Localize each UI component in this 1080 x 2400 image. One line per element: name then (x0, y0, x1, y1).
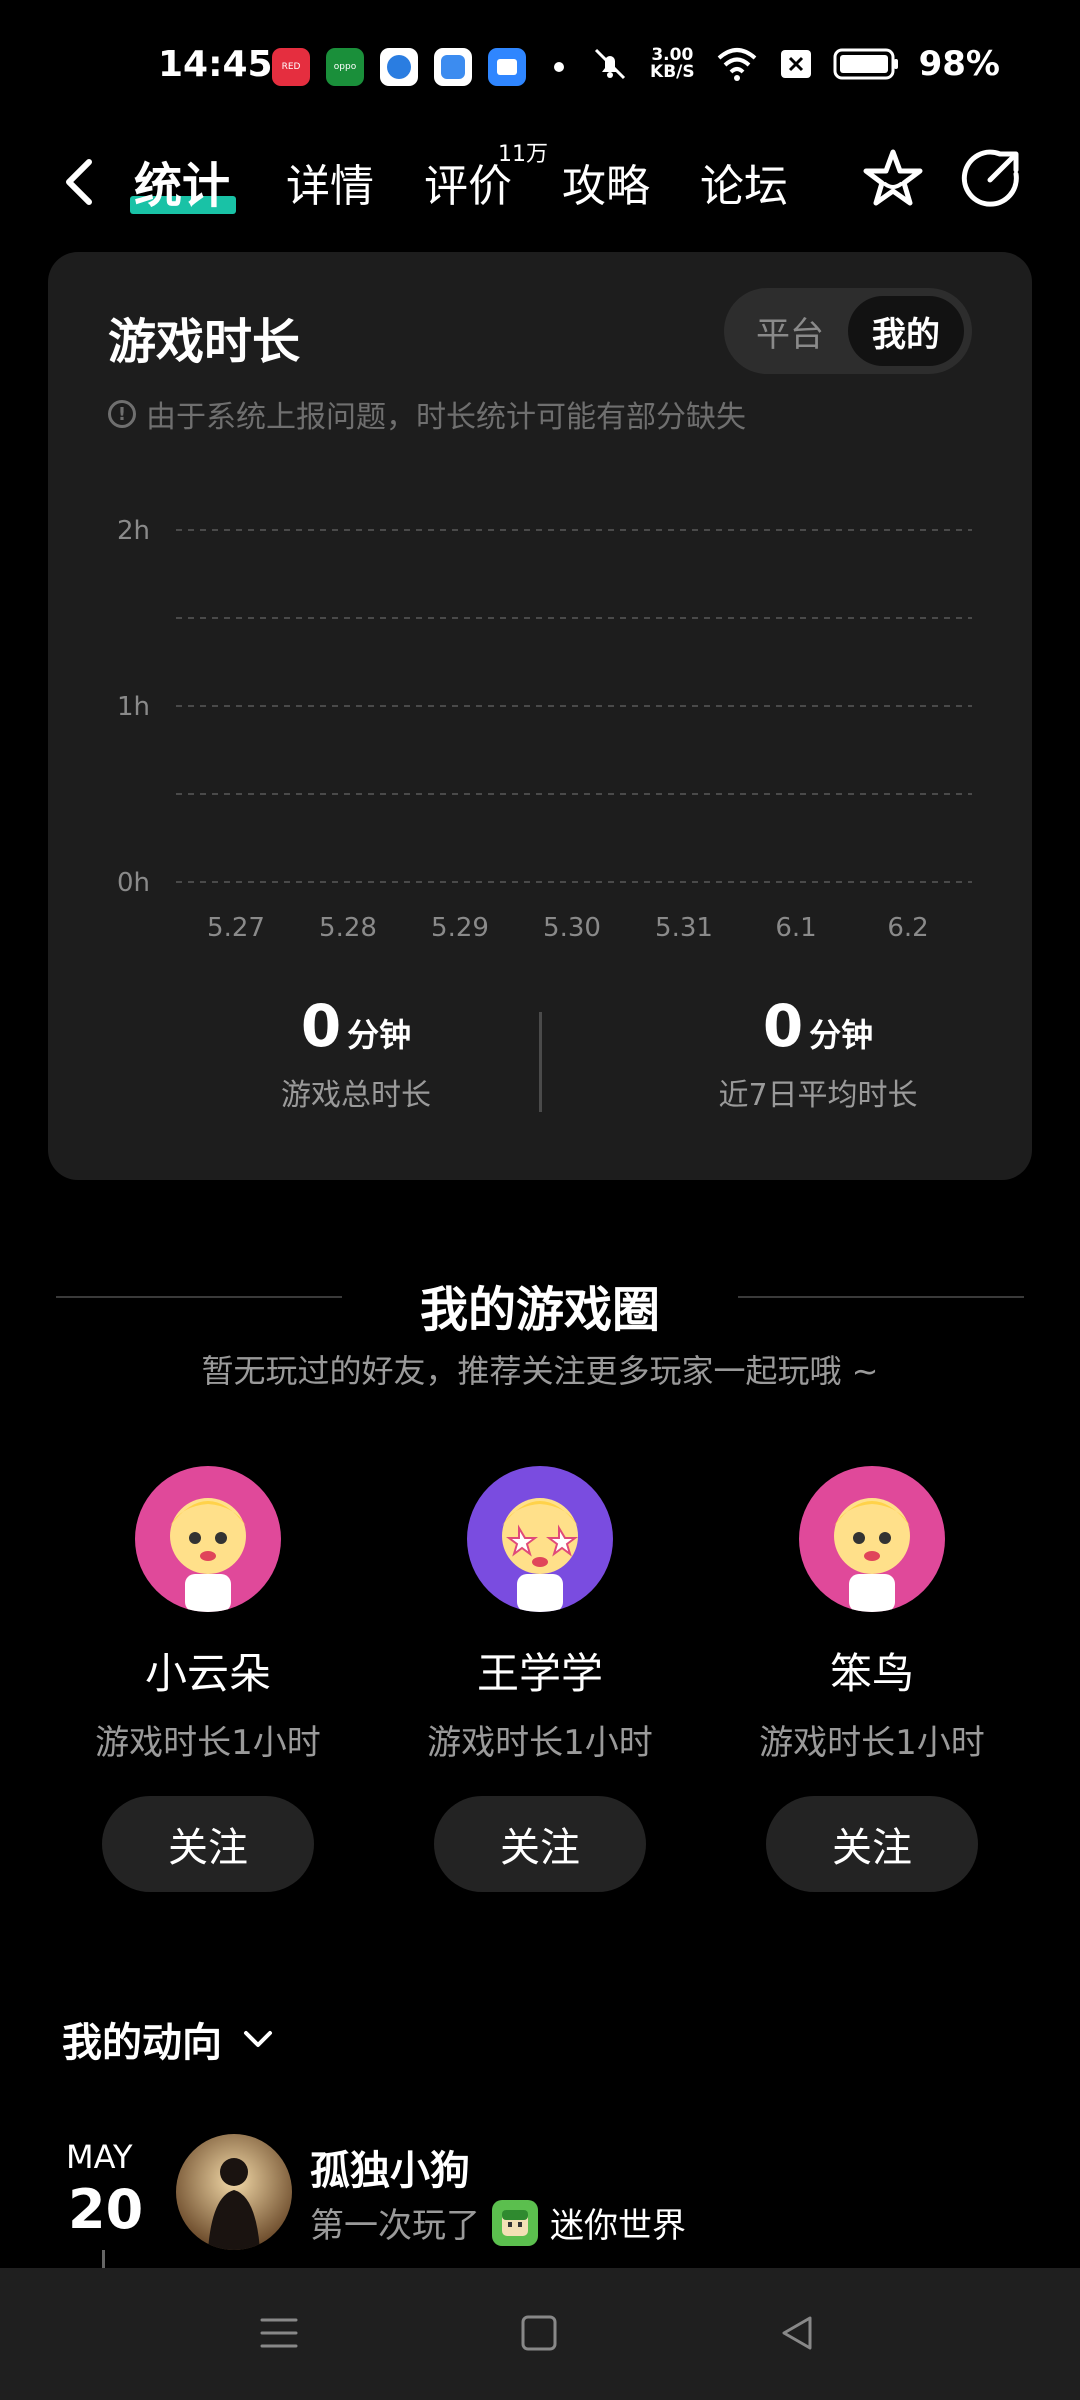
timeline-line (102, 2250, 105, 2268)
browser-app-icon (434, 48, 472, 86)
activity-description: 第一次玩了 迷你世界 (310, 2198, 686, 2247)
status-time: 14:45 (158, 44, 273, 85)
tab-forum[interactable]: 论坛 (700, 150, 788, 214)
review-count-badge: 11万 (498, 142, 548, 167)
chart-y-tick: 0h (117, 868, 150, 898)
chart-x-tick: 6.2 (887, 913, 928, 942)
status-app-icons: RED oppo (272, 48, 564, 86)
stats-divider (539, 1012, 542, 1112)
system-navigation-bar (0, 2268, 1080, 2400)
playtime-chart: 0h 1h 2h 5.27 5.28 5.29 5.30 5.31 6.1 6.2 (117, 516, 972, 942)
total-playtime-value: 0 (300, 992, 342, 1060)
back-icon[interactable] (55, 152, 105, 212)
chart-x-tick: 5.29 (431, 913, 489, 942)
more-notifications-icon (554, 62, 564, 72)
chart-x-tick: 5.28 (319, 913, 377, 942)
status-bar: 14:45 RED oppo 3.00 KB/S 98% (0, 0, 1080, 130)
chart-x-tick: 5.31 (655, 913, 713, 942)
avatar[interactable] (135, 1466, 281, 1612)
segment-mine[interactable]: 我的 (848, 296, 964, 366)
total-playtime-stat: 0 分钟 游戏总时长 (156, 992, 556, 1114)
wifi-icon (717, 48, 756, 81)
user-photo-icon (176, 2134, 292, 2250)
game-circle-subtitle: 暂无玩过的好友，推荐关注更多玩家一起玩哦 ~ (201, 1352, 879, 1390)
info-icon: ! (108, 400, 136, 428)
avatar-character-icon (502, 1498, 578, 1612)
chevron-down-icon (244, 2031, 272, 2047)
cloud-app-icon (380, 48, 418, 86)
share-icon[interactable] (956, 144, 1026, 214)
chart-x-tick: 5.30 (543, 913, 601, 942)
friend-card: 小云朵 游戏时长1小时 关注 (68, 1466, 348, 1892)
avg-playtime-stat: 0 分钟 近7日平均时长 (618, 992, 1018, 1114)
activity-game-name[interactable]: 迷你世界 (550, 2198, 686, 2247)
activity-user-name[interactable]: 孤独小狗 (310, 2138, 470, 2196)
game-icon[interactable] (492, 2199, 538, 2246)
total-playtime-unit: 分钟 (347, 1016, 412, 1054)
battery-icon (833, 48, 898, 80)
friend-card: 笨鸟 游戏时长1小时 关注 (732, 1466, 1012, 1892)
chart-y-tick: 2h (117, 516, 150, 546)
favorite-star-icon[interactable] (858, 144, 928, 214)
chart-x-tick: 5.27 (207, 913, 265, 942)
friend-name: 小云朵 (144, 1649, 271, 1698)
mini-world-icon (502, 2209, 528, 2236)
data-notice: ! 由于系统上报问题，时长统计可能有部分缺失 (108, 392, 746, 436)
total-playtime-label: 游戏总时长 (281, 1078, 431, 1113)
chart-x-tick: 6.1 (775, 913, 816, 942)
game-circle-title: 我的游戏圈 (419, 1282, 660, 1338)
playtime-card: 游戏时长 平台 我的 ! 由于系统上报问题，时长统计可能有部分缺失 0h 1h 2h… (48, 252, 1032, 1180)
notice-text: 由于系统上报问题，时长统计可能有部分缺失 (146, 400, 746, 435)
chart-y-tick: 1h (117, 692, 150, 722)
friend-card: 王学学 游戏时长1小时 关注 (400, 1466, 680, 1892)
follow-button[interactable]: 关注 (434, 1796, 646, 1892)
menu-icon[interactable] (254, 2308, 304, 2358)
home-icon[interactable] (514, 2308, 564, 2358)
oppo-app-icon: oppo (326, 48, 364, 86)
follow-button[interactable]: 关注 (766, 1796, 978, 1892)
friend-name: 王学学 (476, 1649, 603, 1698)
playtime-title: 游戏时长 (108, 314, 301, 370)
tab-guides[interactable]: 攻略 (562, 150, 650, 214)
xiaohongshu-app-icon: RED (272, 48, 310, 86)
avatar-character-icon (170, 1498, 246, 1612)
friend-playtime: 游戏时长1小时 (95, 1723, 321, 1763)
avg-playtime-label: 近7日平均时长 (718, 1078, 918, 1113)
files-app-icon (488, 48, 526, 86)
segment-platform[interactable]: 平台 (732, 296, 848, 366)
avatar[interactable] (799, 1466, 945, 1612)
net-speed: 3.00 KB/S (650, 47, 695, 81)
activity-action: 第一次玩了 (310, 2206, 480, 2246)
activity-month: MAY (66, 2138, 133, 2176)
avatar[interactable] (467, 1466, 613, 1612)
top-nav: 统计 详情 评价 11万 攻略 论坛 (0, 130, 1080, 240)
back-nav-icon[interactable] (772, 2308, 822, 2358)
source-segmented-control: 平台 我的 (724, 288, 972, 374)
user-avatar[interactable] (176, 2134, 292, 2250)
tab-stats[interactable]: 统计 (134, 146, 230, 216)
avatar-character-icon (834, 1498, 910, 1612)
avg-playtime-unit: 分钟 (809, 1016, 874, 1054)
tab-details[interactable]: 详情 (286, 150, 374, 214)
activity-filter[interactable]: 我的动向 (62, 2010, 276, 2068)
follow-button[interactable]: 关注 (102, 1796, 314, 1892)
activity-title: 我的动向 (62, 2020, 222, 2066)
battery-percent: 98% (918, 44, 1000, 84)
activity-day: 20 (68, 2178, 144, 2241)
friend-playtime: 游戏时长1小时 (759, 1723, 985, 1763)
friend-playtime: 游戏时长1小时 (427, 1723, 653, 1763)
status-right: 3.00 KB/S 98% (590, 44, 1000, 84)
friend-name: 笨鸟 (829, 1649, 914, 1698)
sim-off-icon (780, 50, 811, 78)
net-speed-unit: KB/S (650, 62, 695, 82)
mute-icon (594, 48, 626, 80)
avg-playtime-value: 0 (762, 992, 804, 1060)
